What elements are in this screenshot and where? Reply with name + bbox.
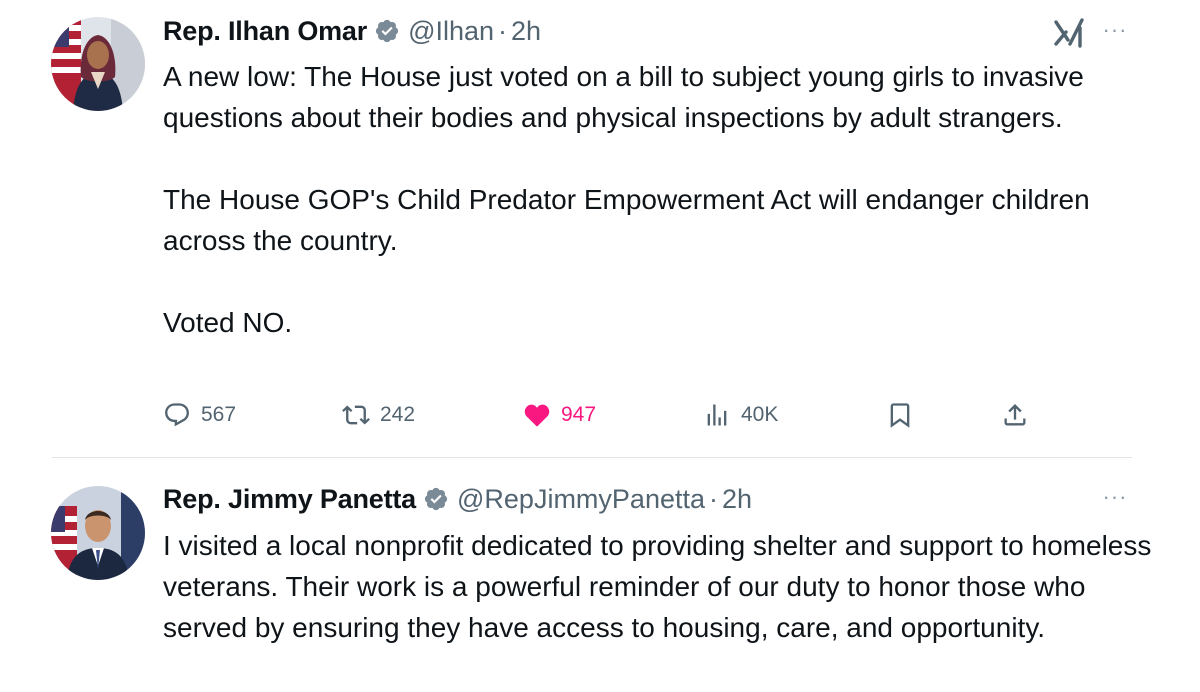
reply-icon (163, 401, 191, 429)
avatar[interactable] (51, 17, 145, 111)
tweet-text: I visited a local nonprofit dedicated to… (163, 530, 1152, 643)
verified-badge-icon (374, 18, 400, 44)
retweet-button[interactable]: 242 (342, 397, 415, 433)
views-button[interactable]: 40K (703, 397, 778, 433)
tweet-header: Rep. Ilhan Omar @Ilhan · 2h (163, 13, 541, 49)
views-count: 40K (741, 403, 779, 426)
timestamp[interactable]: 2h (722, 484, 752, 515)
reply-button[interactable]: 567 (163, 397, 236, 433)
author-handle[interactable]: @Ilhan (408, 16, 494, 47)
tweet-jimmy-panetta[interactable]: Rep. Jimmy Panetta @RepJimmyPanetta · 2h… (0, 459, 1200, 692)
author-name[interactable]: Rep. Ilhan Omar (163, 16, 367, 47)
tweet-text: A new low: The House just voted on a bil… (163, 61, 1090, 338)
bookmark-icon (886, 401, 914, 429)
author-name[interactable]: Rep. Jimmy Panetta (163, 484, 416, 515)
bookmark-button[interactable] (886, 397, 914, 433)
author-handle[interactable]: @RepJimmyPanetta (457, 484, 705, 515)
like-button[interactable]: 947 (523, 397, 596, 433)
tweet-divider (52, 457, 1132, 458)
reply-count: 567 (201, 403, 237, 426)
more-options-icon[interactable]: ··· (1100, 19, 1130, 41)
share-button[interactable] (1001, 397, 1029, 433)
tweet-ilhan-omar[interactable]: Rep. Ilhan Omar @Ilhan · 2h ··· A new lo… (0, 0, 1200, 458)
separator: · (498, 15, 508, 46)
grok-icon[interactable] (1052, 16, 1086, 50)
retweet-icon (342, 401, 370, 429)
retweet-count: 242 (380, 403, 416, 426)
like-count: 947 (561, 403, 597, 426)
separator: · (709, 483, 718, 514)
views-icon (703, 401, 731, 429)
tweet-header: Rep. Jimmy Panetta @RepJimmyPanetta · 2h (163, 481, 752, 517)
avatar[interactable] (51, 486, 145, 580)
tweet-actions: 567 242 947 40K (163, 397, 1043, 433)
more-options-icon[interactable]: ··· (1100, 486, 1130, 508)
share-icon (1001, 401, 1029, 429)
heart-icon (523, 401, 551, 429)
verified-badge-icon (423, 486, 449, 512)
timestamp[interactable]: 2h (511, 16, 541, 47)
